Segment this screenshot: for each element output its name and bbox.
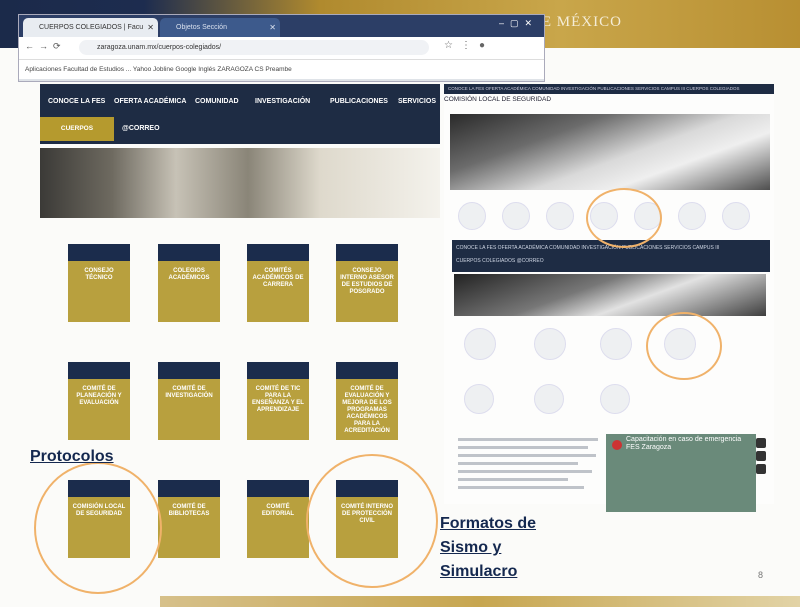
banner-image xyxy=(40,148,440,218)
tab-objetos[interactable]: Objetos Sección ✕ xyxy=(160,18,280,37)
meeting-photo xyxy=(450,114,770,190)
window-controls[interactable]: –▢✕ xyxy=(499,18,538,29)
icon-circle[interactable] xyxy=(600,328,632,360)
text-block xyxy=(458,434,608,504)
nav-item[interactable]: CONOCE LA FES xyxy=(48,98,105,105)
icon-circle[interactable] xyxy=(534,328,566,360)
icon-circle[interactable] xyxy=(678,202,706,230)
icon-circle[interactable] xyxy=(464,328,496,360)
icon-circle[interactable] xyxy=(458,202,486,230)
nav-item[interactable]: OFERTA ACADÉMICA xyxy=(114,98,186,105)
close-icon[interactable]: ✕ xyxy=(269,18,276,37)
right-nav-line1: CONOCE LA FES OFERTA ACADÉMICA COMUNIDAD… xyxy=(456,245,720,251)
video-title: Capacitación en caso de emergencia FES Z… xyxy=(626,436,742,451)
icon-circle[interactable] xyxy=(534,384,564,414)
card-tic[interactable]: COMITÉ DE TIC PARA LA ENSEÑANZA Y EL APR… xyxy=(247,362,309,440)
right-page-title: COMISIÓN LOCAL DE SEGURIDAD xyxy=(444,96,552,103)
tab-label: Objetos Sección xyxy=(176,24,227,31)
card-bibliotecas[interactable]: COMITÉ DE BIBLIOTECAS xyxy=(158,480,220,558)
icon-circle[interactable] xyxy=(502,202,530,230)
close-icon[interactable]: ✕ xyxy=(147,18,154,37)
nav-cuerpos-colegiados[interactable]: CUERPOS COLEGIADOS xyxy=(40,117,114,156)
nav-arrows-icon[interactable]: ←→⟳ xyxy=(25,41,66,52)
right-page-screenshot: CONOCE LA FES OFERTA ACADÉMICA COMUNIDAD… xyxy=(444,84,774,512)
nav-item[interactable]: SERVICIOS xyxy=(398,98,436,105)
nav-item[interactable]: PUBLICACIONES xyxy=(330,98,388,105)
highlight-ring xyxy=(34,462,162,594)
tab-cuerpos-colegiados[interactable]: CUERPOS COLEGIADOS | Facu ✕ xyxy=(23,18,158,37)
icon-circle[interactable] xyxy=(546,202,574,230)
card-editorial[interactable]: COMITÉ EDITORIAL xyxy=(247,480,309,558)
footer-band xyxy=(160,596,800,607)
highlight-ring xyxy=(646,312,722,380)
card-consejo-tecnico[interactable]: CONSEJO TÉCNICO xyxy=(68,244,130,322)
toolbar-icons[interactable]: ☆⋮● xyxy=(444,40,493,51)
icon-circle[interactable] xyxy=(464,384,494,414)
card-comites-carrera[interactable]: COMITÉS ACADÉMICOS DE CARRERA xyxy=(247,244,309,322)
protocolos-label: Protocolos xyxy=(30,448,114,465)
bookmarks-bar[interactable]: Aplicaciones Facultad de Estudios ... Ya… xyxy=(19,59,544,79)
play-icon[interactable] xyxy=(612,440,622,450)
card-colegios[interactable]: COLEGIOS ACADÉMICOS xyxy=(158,244,220,322)
right-nav-line2: CUERPOS COLEGIADOS @CORREO xyxy=(456,258,544,264)
tab-label: CUERPOS COLEGIADOS | Facu xyxy=(39,24,144,31)
highlight-ring xyxy=(586,188,662,248)
card-posgrado[interactable]: CONSEJO INTERNO ASESOR DE ESTUDIOS DE PO… xyxy=(336,244,398,322)
address-bar: ←→⟳ zaragoza.unam.mx/cuerpos-colegiados/… xyxy=(19,37,544,59)
tab-strip: CUERPOS COLEGIADOS | Facu ✕ Objetos Secc… xyxy=(19,15,544,37)
url-field[interactable]: zaragoza.unam.mx/cuerpos-colegiados/ xyxy=(79,40,429,55)
nav-item[interactable]: COMUNIDAD xyxy=(195,98,239,105)
video-thumbnail[interactable]: Capacitación en caso de emergencia FES Z… xyxy=(606,434,756,512)
highlight-ring xyxy=(306,454,438,588)
card-investigacion[interactable]: COMITÉ DE INVESTIGACIÓN xyxy=(158,362,220,440)
site-nav: CONOCE LA FES OFERTA ACADÉMICA COMUNIDAD… xyxy=(40,84,440,156)
nav-correo[interactable]: @CORREO xyxy=(122,117,160,141)
icon-circle[interactable] xyxy=(600,384,630,414)
meeting-photo-2 xyxy=(454,274,766,316)
card-planeacion[interactable]: COMITÉ DE PLANEACIÓN Y EVALUACIÓN xyxy=(68,362,130,440)
video-side-buttons[interactable] xyxy=(756,438,766,474)
formatos-label: Formatos de Sismo y Simulacro xyxy=(440,515,537,580)
nav-item[interactable]: INVESTIGACIÓN xyxy=(255,98,310,105)
icon-circle[interactable] xyxy=(722,202,750,230)
browser-window: CUERPOS COLEGIADOS | Facu ✕ Objetos Secc… xyxy=(18,14,545,82)
page-number: 8 xyxy=(758,570,764,580)
right-nav-top: CONOCE LA FES OFERTA ACADÉMICA COMUNIDAD… xyxy=(444,84,774,94)
card-acreditacion[interactable]: COMITÉ DE EVALUACIÓN Y MEJORA DE LOS PRO… xyxy=(336,362,398,440)
